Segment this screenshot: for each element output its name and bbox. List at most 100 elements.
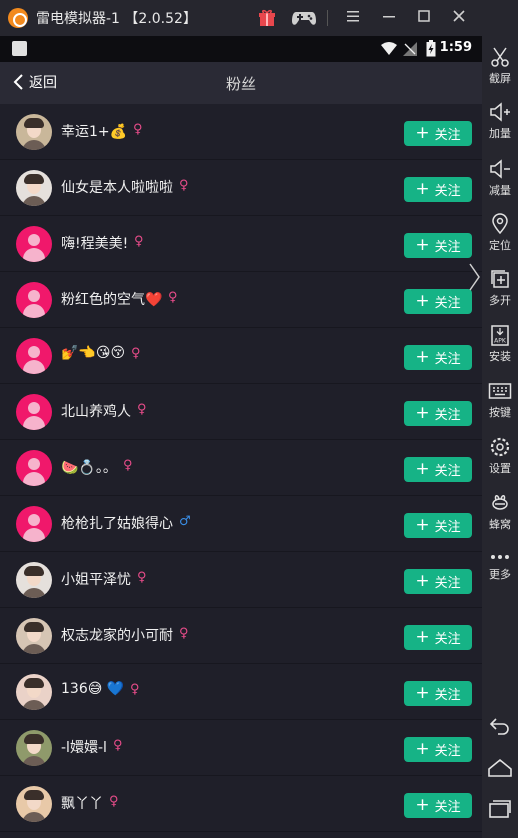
battery-charging-icon	[426, 40, 436, 57]
volume-up-icon	[490, 102, 510, 122]
emulator-logo-icon	[8, 8, 28, 28]
title-divider	[327, 10, 328, 26]
follow-button[interactable]: + 关注	[404, 457, 472, 482]
plus-icon: +	[415, 795, 430, 815]
follow-label: 关注	[434, 744, 461, 759]
recents-icon[interactable]	[488, 798, 512, 818]
follow-button[interactable]: + 关注	[404, 121, 472, 146]
follow-button[interactable]: + 关注	[404, 289, 472, 314]
minimize-icon[interactable]	[378, 8, 400, 28]
follow-label: 关注	[434, 240, 461, 255]
follow-button[interactable]: + 关注	[404, 177, 472, 202]
fan-row[interactable]: 枪枪扎了姑娘得心 ♂ + 关注	[0, 496, 482, 552]
emulator-window: 雷电模拟器-1 【2.0.52】 1:59 返回 粉丝 幸运1+💰 ♀ + 关注…	[0, 0, 518, 838]
follow-button[interactable]: + 关注	[404, 569, 472, 594]
avatar[interactable]	[16, 730, 52, 766]
fan-name: 嗨!程美美!	[61, 236, 129, 252]
follow-button[interactable]: + 关注	[404, 345, 472, 370]
default-avatar[interactable]	[16, 338, 52, 374]
follow-label: 关注	[434, 800, 461, 815]
emulator-title-bar: 雷电模拟器-1 【2.0.52】	[0, 0, 518, 36]
follow-label: 关注	[434, 408, 461, 423]
avatar[interactable]	[16, 786, 52, 822]
default-avatar[interactable]	[16, 226, 52, 262]
female-icon: ♀	[137, 402, 147, 417]
default-avatar[interactable]	[16, 450, 52, 486]
avatar[interactable]	[16, 674, 52, 710]
follow-label: 关注	[434, 464, 461, 479]
sidebar-item-volume-down[interactable]: 减量	[482, 158, 518, 198]
sidebar-label: 安装	[489, 350, 511, 363]
emulator-sidebar: 截屏 加量 减量 定位 多开 APK 安装 按键 设置 蜂窝 更多	[482, 0, 518, 838]
back-icon[interactable]	[488, 716, 512, 736]
gamepad-icon[interactable]	[290, 8, 318, 28]
female-icon: ♀	[131, 346, 141, 361]
follow-button[interactable]: + 关注	[404, 625, 472, 650]
follow-button[interactable]: + 关注	[404, 737, 472, 762]
follow-button[interactable]: + 关注	[404, 233, 472, 258]
plus-icon: +	[415, 235, 430, 255]
maximize-icon[interactable]	[413, 8, 435, 28]
sidebar-item-screenshot[interactable]: 截屏	[482, 46, 518, 86]
follow-button[interactable]: + 关注	[404, 681, 472, 706]
sidebar-label: 定位	[489, 239, 511, 252]
follow-button[interactable]: + 关注	[404, 401, 472, 426]
female-icon: ♀	[179, 626, 189, 641]
default-avatar[interactable]	[16, 282, 52, 318]
fan-row[interactable]: 幸运1+💰 ♀ + 关注	[0, 104, 482, 160]
default-avatar[interactable]	[16, 506, 52, 542]
follow-label: 关注	[434, 688, 461, 703]
sidebar-label: 截屏	[489, 72, 511, 85]
sidebar-item-keymap[interactable]: 按键	[482, 380, 518, 420]
status-time: 1:59	[439, 40, 472, 55]
avatar[interactable]	[16, 170, 52, 206]
female-icon: ♀	[168, 290, 178, 305]
sidebar-item-location[interactable]: 定位	[482, 213, 518, 253]
drawer-handle-icon[interactable]	[468, 262, 482, 292]
plus-icon: +	[415, 123, 430, 143]
fan-row[interactable]: 136😅 💙 ♀ + 关注	[0, 664, 482, 720]
sidebar-item-more[interactable]: 更多	[482, 550, 518, 582]
page-title: 粉丝	[225, 75, 256, 93]
menu-icon[interactable]	[342, 8, 364, 28]
fan-row[interactable]: 权志龙家的小可耐 ♀ + 关注	[0, 608, 482, 664]
fan-row[interactable]: 北山养鸡人 ♀ + 关注	[0, 384, 482, 440]
sidebar-item-hive[interactable]: 蜂窝	[482, 492, 518, 532]
fan-row[interactable]: 仙女是本人啦啦啦 ♀ + 关注	[0, 160, 482, 216]
fan-name: 枪枪扎了姑娘得心	[61, 516, 173, 532]
avatar[interactable]	[16, 562, 52, 598]
scissors-icon	[491, 47, 509, 67]
close-icon[interactable]	[448, 8, 470, 28]
window-title: 雷电模拟器-1 【2.0.52】	[36, 11, 197, 27]
fans-list: 幸运1+💰 ♀ + 关注 仙女是本人啦啦啦 ♀ + 关注 嗨!程美美! ♀ + 关注 粉红色的空气❤️ ♀…	[0, 104, 482, 832]
fan-name: 136😅 💙	[61, 681, 125, 697]
sidebar-item-volume-up[interactable]: 加量	[482, 101, 518, 141]
sidebar-label: 按键	[489, 406, 511, 419]
female-icon: ♀	[109, 794, 119, 809]
default-avatar[interactable]	[16, 394, 52, 430]
fan-row[interactable]: 粉红色的空气❤️ ♀ + 关注	[0, 272, 482, 328]
sidebar-item-install-apk[interactable]: APK 安装	[482, 324, 518, 364]
fan-row[interactable]: 🍉💍。。 ♀ + 关注	[0, 440, 482, 496]
sidebar-item-settings[interactable]: 设置	[482, 436, 518, 476]
follow-button[interactable]: + 关注	[404, 513, 472, 538]
follow-button[interactable]: + 关注	[404, 793, 472, 818]
gift-icon[interactable]	[256, 8, 278, 28]
avatar[interactable]	[16, 114, 52, 150]
fan-row[interactable]: 💅👈😘😚 ♀ + 关注	[0, 328, 482, 384]
plus-icon: +	[415, 515, 430, 535]
fan-row[interactable]: 飘丫丫 ♀ + 关注	[0, 776, 482, 832]
fan-name: 飘丫丫	[61, 796, 103, 812]
fan-name: 💅👈😘😚	[61, 345, 126, 361]
plus-icon: +	[415, 291, 430, 311]
fan-row[interactable]: 小姐平泽忧 ♀ + 关注	[0, 552, 482, 608]
sidebar-item-multi-instance[interactable]: 多开	[482, 268, 518, 308]
svg-text:APK: APK	[494, 338, 507, 345]
fan-row[interactable]: -l嬛嬛-l ♀ + 关注	[0, 720, 482, 776]
more-icon	[491, 555, 509, 559]
female-icon: ♀	[133, 122, 143, 137]
fan-row[interactable]: 嗨!程美美! ♀ + 关注	[0, 216, 482, 272]
avatar[interactable]	[16, 618, 52, 654]
home-icon[interactable]	[487, 758, 513, 778]
plus-icon: +	[415, 683, 430, 703]
